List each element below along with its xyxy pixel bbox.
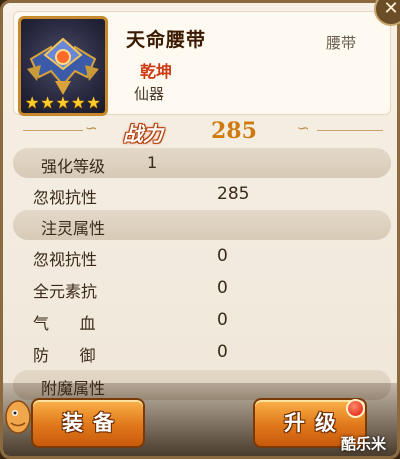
spirit-section-title: 注灵属性 [41,219,106,238]
combat-power-row: ∽ 战力 285 ∽ [13,117,391,146]
star-icon: ★ [55,93,71,112]
notification-dot [346,399,365,418]
ornament-right-icon: ∽ [297,119,310,137]
stat-value: 0 [217,246,228,266]
item-header: ★ ★ ★ ★ ★ 天命腰带 腰带 乾坤 仙器 [13,11,391,116]
star-icon: ★ [40,93,55,112]
item-category: 仙器 [134,85,165,103]
watermark: 酷乐米 [341,435,387,453]
ornament-left-icon: ∽ [85,119,98,137]
combat-power-label: 战力 [123,122,163,146]
enhance-level-value: 1 [147,153,158,172]
close-icon: ✕ [383,0,399,19]
star-icon: ★ [25,93,40,112]
stat-label: 忽视抗性 [33,250,98,269]
combat-power-value: 285 [211,118,257,144]
enhance-level-label: 强化等级 [41,157,106,176]
stat-value: 0 [217,342,228,362]
stat-label: 防 御 [33,346,96,365]
item-detail-panel: ★ ★ ★ ★ ★ 天命腰带 腰带 乾坤 仙器 ∽ 战力 285 ∽ 强化等级 … [0,0,400,459]
item-type: 腰带 [326,34,357,52]
star-rating: ★ ★ ★ ★ ★ [25,95,101,111]
divider-left [23,130,83,131]
stat-value: 0 [217,278,228,298]
divider-right [317,130,383,131]
equip-button[interactable]: 装备 [31,398,145,448]
star-icon: ★ [71,93,86,112]
base-stat-value: 285 [217,184,250,204]
item-icon: ★ ★ ★ ★ ★ [18,16,108,116]
stat-label: 气 血 [33,314,96,333]
quality-tag: 乾坤 [140,62,173,81]
stat-label: 全元素抗 [33,282,98,301]
stat-value: 0 [217,310,228,330]
mascot-icon [5,400,31,434]
base-stat-label: 忽视抗性 [33,188,98,207]
star-icon: ★ [86,93,101,112]
item-name: 天命腰带 [126,29,207,51]
enhance-level-bar: 强化等级 1 [13,148,391,178]
spirit-section-header: 注灵属性 [13,210,391,240]
